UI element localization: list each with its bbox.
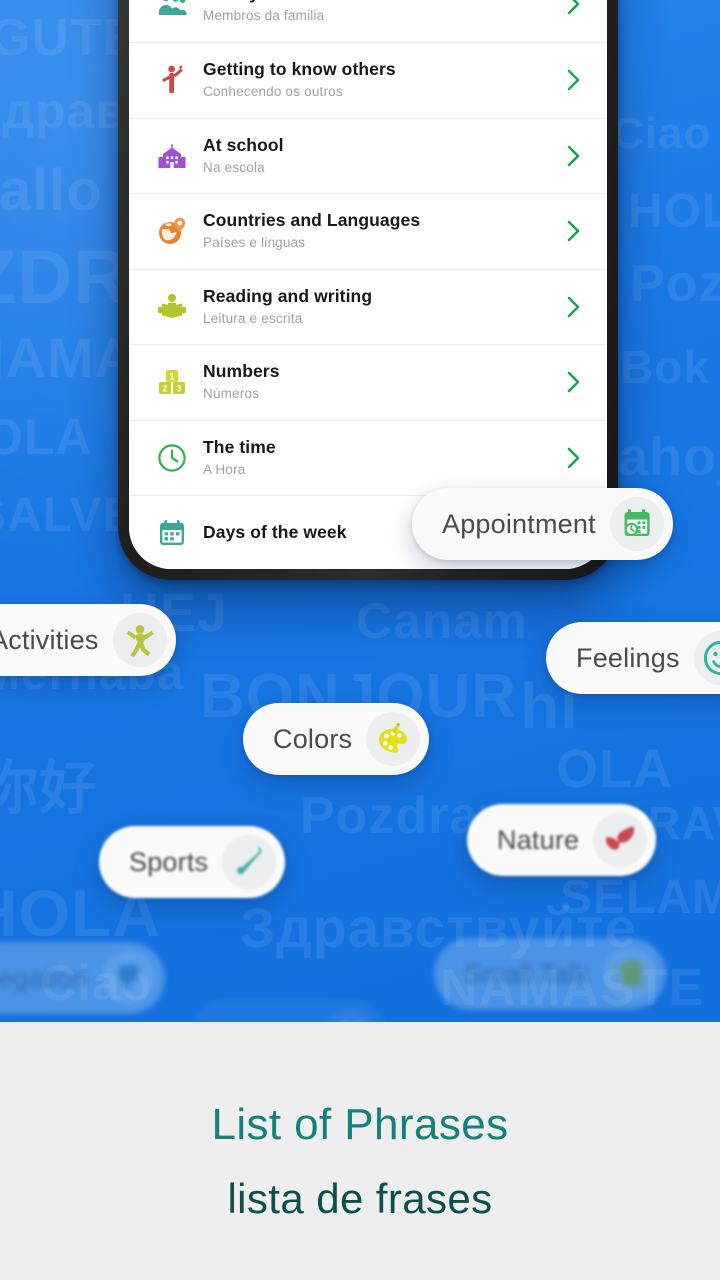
pill-label: Negation	[0, 962, 88, 993]
pill-label: Appointment	[442, 508, 596, 539]
list-item[interactable]: The time A Hora	[129, 419, 607, 495]
list-item-title: Countries and Languages	[203, 210, 421, 231]
pill-label: Colors	[273, 723, 353, 754]
family-group-icon	[149, 0, 195, 24]
pill-smalltalk[interactable]: Small Talk	[434, 938, 666, 1010]
speaking-head-icon	[602, 947, 657, 1001]
list-item-subtitle: Membros da familia	[203, 8, 325, 24]
pill-label: Nature	[497, 824, 580, 855]
bg-word: Bok	[620, 341, 710, 393]
pill-appointment[interactable]: Appointment	[412, 488, 673, 560]
list-item-text: Getting to know others Conhecendo os out…	[203, 59, 563, 101]
leaves-icon	[593, 813, 648, 867]
phrase-category-list[interactable]: Family Members Membros da familia	[129, 0, 607, 569]
list-item-subtitle: Leitura e escrita	[203, 310, 303, 326]
pill-negation[interactable]: Negation	[0, 942, 165, 1014]
chevron-right-icon[interactable]	[563, 145, 585, 167]
list-item-text: Countries and Languages Países e linguas	[203, 210, 563, 252]
bg-word: Canam	[356, 593, 528, 649]
chevron-right-icon[interactable]	[563, 371, 585, 393]
list-item-subtitle: Números	[203, 386, 260, 402]
list-item-title: Reading and writing	[203, 285, 373, 306]
list-item-text: The time A Hora	[203, 437, 563, 479]
pill-months[interactable]: Months	[190, 1000, 387, 1022]
smiley-face-icon	[693, 631, 720, 685]
list-item[interactable]: Getting to know others Conhecendo os out…	[129, 42, 607, 118]
list-item-text: At school Na escola	[203, 135, 563, 177]
bg-word: OLA	[556, 739, 673, 799]
list-item[interactable]: Countries and Languages Países e linguas	[129, 193, 607, 269]
hero-section: GUTEN TAG SELAM hao Здравствуйте Ciao Ha…	[0, 0, 720, 1022]
list-item-title: Getting to know others	[203, 59, 396, 80]
pill-label: Small Talk	[464, 958, 589, 989]
list-item-subtitle: Conhecendo os outros	[203, 84, 343, 100]
pill-label: Feelings	[576, 642, 680, 673]
list-item[interactable]: Reading and writing Leitura e escrita	[129, 268, 607, 344]
list-item-title: The time	[203, 436, 276, 457]
pill-sports[interactable]: Sports	[99, 826, 286, 898]
caption-portuguese: lista de frases	[227, 1174, 493, 1222]
bg-word: 你好	[0, 756, 99, 821]
svg-text:3: 3	[176, 384, 181, 394]
school-building-icon	[149, 136, 195, 176]
list-item-text: Family Members Membros da familia	[203, 0, 563, 25]
bg-word: Ciao	[612, 109, 712, 158]
chevron-right-icon[interactable]	[563, 220, 585, 242]
list-item[interactable]: Family Members Membros da familia	[129, 0, 607, 42]
person-reading-book-icon	[149, 287, 195, 327]
person-waving-icon	[149, 60, 195, 100]
chevron-right-icon[interactable]	[563, 447, 585, 469]
thumbs-down-icon	[101, 951, 156, 1005]
pill-nature[interactable]: Nature	[467, 804, 657, 876]
list-item-title: Numbers	[203, 361, 280, 382]
chevron-right-icon[interactable]	[563, 69, 585, 91]
svg-text:2: 2	[162, 384, 167, 394]
list-item-text: Numbers Números	[203, 361, 563, 403]
list-item[interactable]: 1 2 3 Numbers Números	[129, 344, 607, 420]
jumping-person-icon	[112, 613, 167, 667]
chevron-right-icon[interactable]	[563, 0, 585, 15]
phone-screen: Family Members Membros da familia	[129, 0, 607, 569]
list-item-subtitle: Na escola	[203, 159, 265, 175]
list-item-title: At school	[203, 134, 284, 155]
pill-activities[interactable]: Activities	[0, 604, 176, 676]
paint-palette-icon	[366, 712, 421, 766]
bg-word: ahoj	[618, 427, 720, 487]
list-item-subtitle: A Hora	[203, 461, 246, 477]
pill-feelings[interactable]: Feelings	[546, 622, 720, 694]
chevron-right-icon[interactable]	[563, 296, 585, 318]
svg-text:1: 1	[169, 372, 174, 382]
clock-icon	[149, 438, 195, 478]
calendar-clock-icon	[609, 497, 664, 551]
list-item-text: Reading and writing Leitura e escrita	[203, 286, 563, 328]
globe-pin-icon	[149, 211, 195, 251]
pill-colors[interactable]: Colors	[243, 703, 430, 775]
caption-section: List of Phrases lista de frases	[0, 1022, 720, 1280]
bg-word: SALVE	[0, 489, 136, 542]
bg-word: Pozdrav	[630, 255, 720, 313]
calendar-month-icon	[323, 1009, 378, 1022]
pill-label: Activities	[0, 624, 99, 655]
caption-english: List of Phrases	[211, 1100, 509, 1149]
list-item[interactable]: At school Na escola	[129, 117, 607, 193]
list-item-title: Family Members	[203, 0, 563, 5]
number-blocks-icon: 1 2 3	[149, 362, 195, 402]
pill-label: Sports	[129, 846, 209, 877]
baseball-bat-icon	[222, 835, 277, 889]
list-item-subtitle: Países e linguas	[203, 235, 306, 251]
bg-word: HOLA	[628, 185, 720, 238]
bg-word: Hallo	[0, 158, 103, 223]
bg-word: OLA	[0, 409, 93, 465]
calendar-icon	[149, 513, 195, 553]
